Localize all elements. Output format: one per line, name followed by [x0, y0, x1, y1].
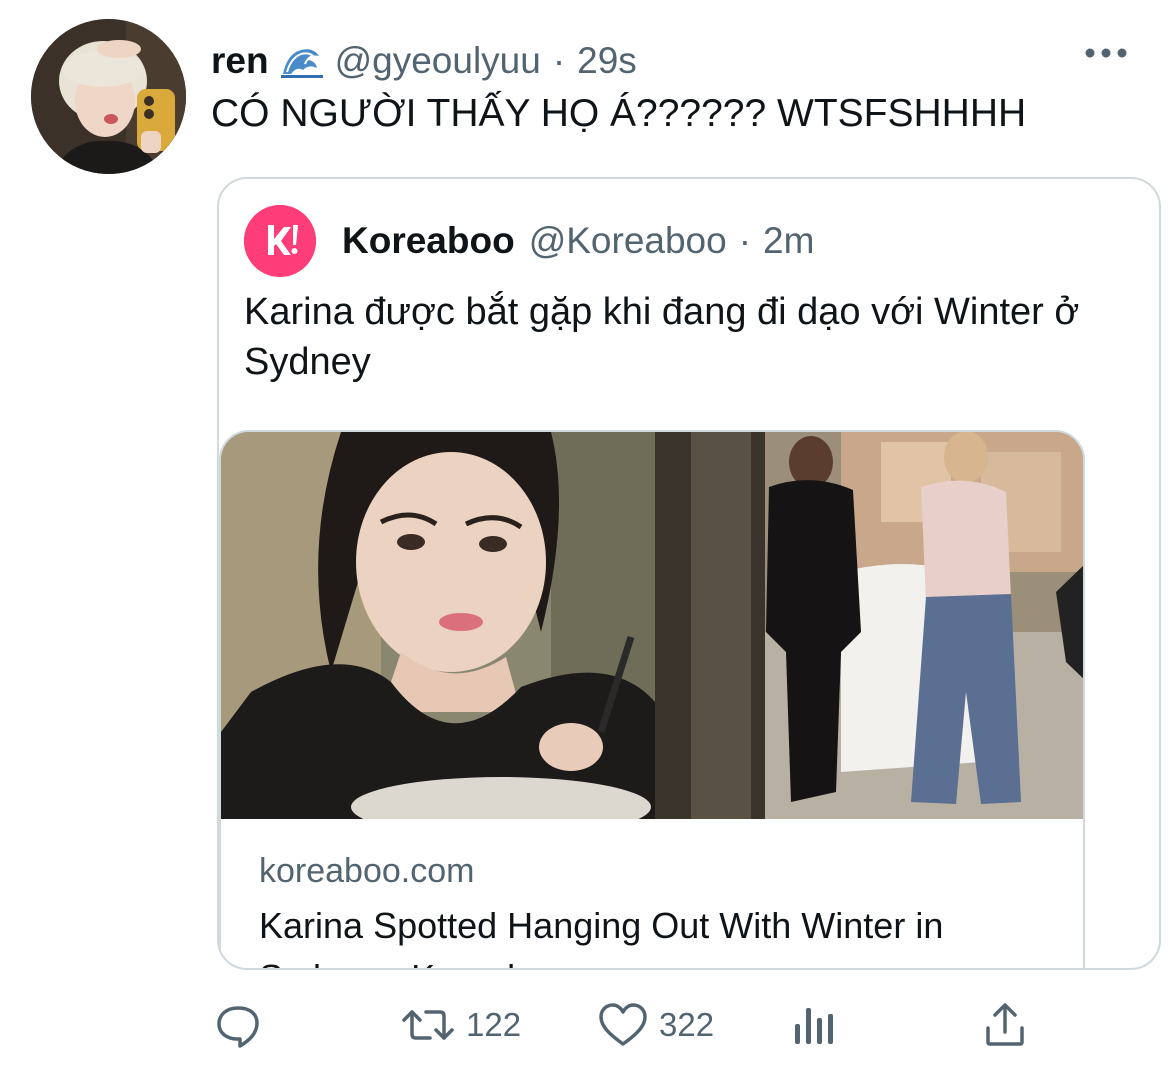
quoted-timestamp[interactable]: 2m: [763, 220, 814, 262]
retweet-button[interactable]: 122: [400, 1000, 521, 1050]
more-options-button[interactable]: [1082, 38, 1130, 68]
quoted-header-separator: ·: [738, 220, 752, 261]
quoted-tweet-text: Karina được bắt gặp khi đang đi dạo với …: [244, 291, 1080, 383]
link-preview-photo: [221, 432, 1083, 819]
analytics-button[interactable]: [792, 1000, 836, 1050]
link-preview-card[interactable]: koreaboo.com Karina Spotted Hanging Out …: [219, 430, 1085, 968]
author-avatar[interactable]: [31, 19, 186, 174]
like-count: 322: [659, 1006, 715, 1043]
heart-icon: [599, 1003, 647, 1046]
tweet-header: ren @gyeoulyuu · 29s: [211, 36, 637, 86]
quoted-display-name[interactable]: Koreaboo: [342, 220, 515, 262]
wave-emoji-icon: [280, 44, 323, 78]
analytics-icon: [795, 1008, 833, 1044]
reply-button[interactable]: [213, 1000, 263, 1050]
retweet-count: 122: [466, 1006, 522, 1043]
link-title[interactable]: Karina Spotted Hanging Out With Winter i…: [259, 900, 1069, 968]
header-separator: ·: [552, 40, 566, 81]
tweet-timestamp[interactable]: 29s: [577, 40, 637, 82]
author-avatar-image: [31, 19, 186, 174]
koreaboo-logo-icon: [244, 205, 316, 277]
link-preview-image[interactable]: [221, 432, 1083, 819]
retweet-icon: [402, 1010, 454, 1040]
quoted-handle[interactable]: @Koreaboo: [529, 220, 727, 262]
author-display-name[interactable]: ren: [211, 40, 269, 82]
author-handle[interactable]: @gyeoulyuu: [335, 40, 541, 82]
quoted-tweet-card[interactable]: Koreaboo @Koreaboo · 2m Karina được bắt …: [217, 177, 1161, 970]
koreaboo-avatar[interactable]: [244, 205, 316, 277]
share-icon: [986, 1003, 1024, 1046]
quoted-tweet-header: Koreaboo @Koreaboo · 2m: [342, 215, 814, 267]
more-dots-icon: [1085, 48, 1127, 58]
tweet-text: CÓ NGƯỜI THẤY HỌ Á?????? WTSFSHHHH: [211, 92, 1027, 135]
link-domain: koreaboo.com: [259, 852, 475, 890]
share-button[interactable]: [982, 1000, 1028, 1050]
reply-icon: [217, 1006, 259, 1048]
like-button[interactable]: 322: [597, 1000, 714, 1050]
